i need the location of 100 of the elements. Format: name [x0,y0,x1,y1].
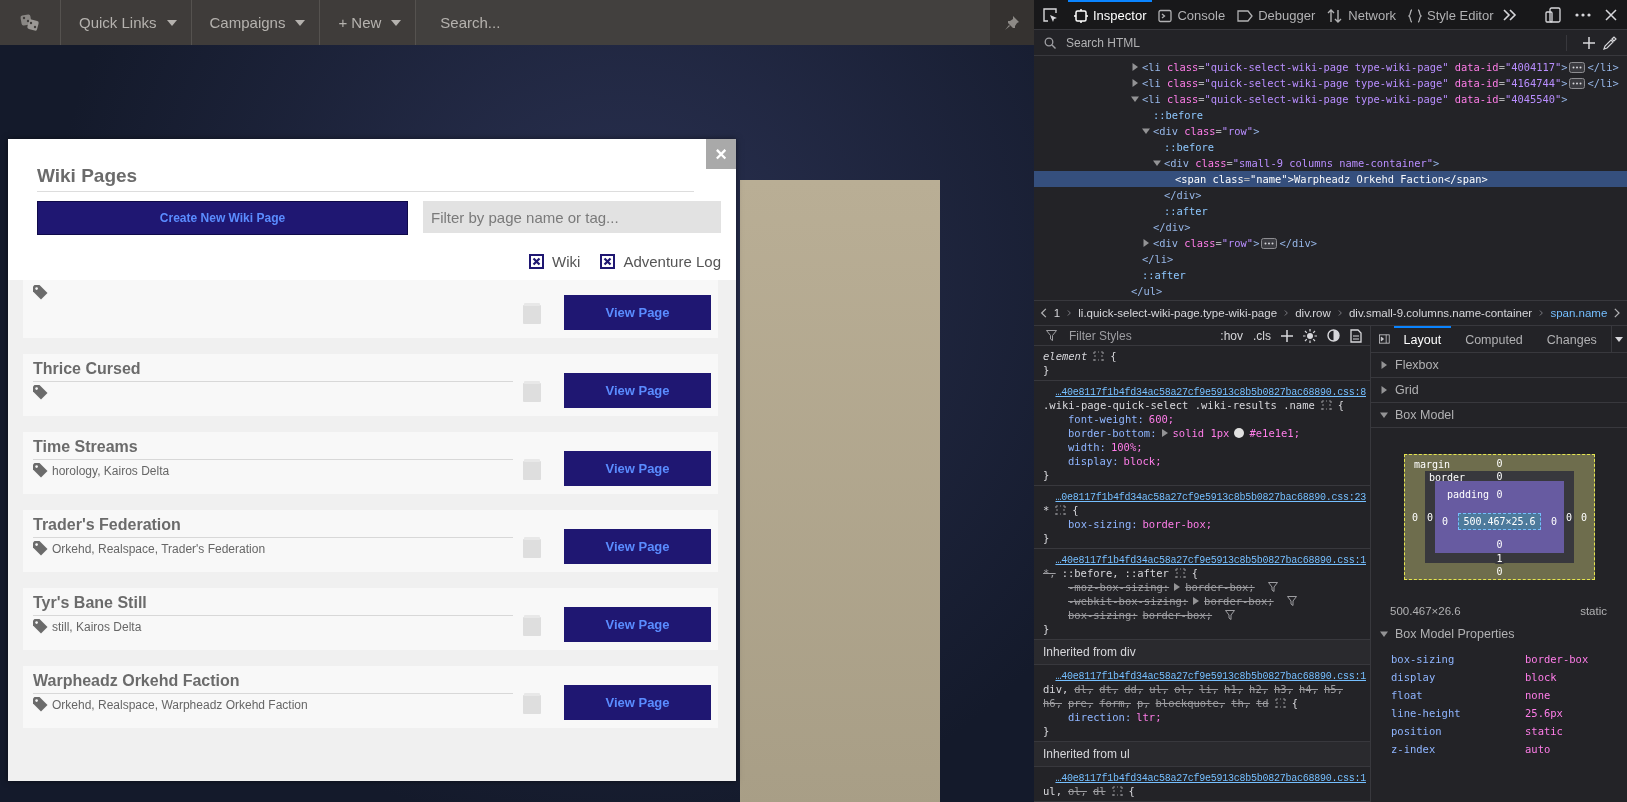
sun-icon[interactable] [1303,328,1317,343]
stylesheet-link[interactable]: …40e8117f1b4fd34ac58a27cf9e5913c8b5b0827bac68890.css:1 [1055,555,1366,566]
devtools-tab[interactable]: Debugger [1231,0,1322,29]
breadcrumb[interactable]: span.name [1549,307,1609,319]
sidebar-tab[interactable]: Computed [1455,326,1533,352]
accordion-header[interactable]: Box Model Properties [1371,622,1627,646]
dom-node-row[interactable]: <li class="quick-select-wiki-page type-wiki-page" data-id="4045540"> [1034,91,1627,107]
dom-node-row[interactable]: <li class="quick-select-wiki-page type-wiki-page" data-id="4004117"> </li> [1034,59,1627,75]
devtools-tab[interactable]: Network [1321,0,1402,29]
pin-icon[interactable] [1005,15,1019,30]
property-value[interactable]: ltr; [1136,710,1162,724]
dom-node-row[interactable]: ::before [1034,139,1627,155]
sidebar-toggle-icon[interactable] [1379,333,1390,345]
highlight-selector-icon[interactable] [1274,697,1286,709]
dom-node-row[interactable]: <span class="name">Warpheadz Orkehd Faction</span> [1034,171,1627,187]
property-name[interactable]: -webkit-box-sizing: [1068,594,1189,608]
contrast-icon[interactable] [1327,329,1340,342]
property-value[interactable]: border-box; [1204,594,1274,608]
expand-icon[interactable] [1161,429,1168,437]
view-page-button[interactable]: View Page [564,373,711,408]
hover-state-toggle[interactable]: :hov [1220,328,1243,343]
collapsed-children-icon[interactable] [1569,77,1586,89]
class-toggle[interactable]: .cls [1253,328,1271,343]
accordion-header[interactable]: Box Model [1371,403,1627,428]
highlight-selector-icon[interactable] [1093,350,1105,362]
add-rule-icon[interactable] [1281,329,1293,342]
dropdown-icon[interactable] [1615,336,1624,342]
collapsed-children-icon[interactable] [1261,237,1278,249]
twisty-icon[interactable] [1142,127,1150,135]
filter-field[interactable]: Filter by page name or tag... [423,201,721,233]
property-name[interactable]: display: [1068,454,1119,468]
twisty-icon[interactable] [1142,239,1150,247]
property-name[interactable]: font-weight: [1068,412,1144,426]
scroll-left-icon[interactable] [1040,307,1047,319]
color-swatch[interactable] [1234,428,1245,438]
expand-icon[interactable] [1174,583,1181,591]
sidebar-tab[interactable]: Changes [1536,326,1607,352]
dom-node-row[interactable]: ::after [1034,267,1627,283]
stylesheet-link[interactable]: …0e8117f1b4fd34ac58a27cf9e5913c8b5b0827bac68890.css:23 [1055,492,1366,503]
collapsed-children-icon[interactable] [1569,61,1586,73]
breadcrumb[interactable]: 1 [1052,307,1062,319]
dom-node-row[interactable]: <div class="row"> </div> [1034,235,1627,251]
filter-icon[interactable] [1267,582,1278,592]
twisty-icon[interactable] [1153,159,1161,167]
property-value[interactable]: solid 1px [1172,426,1230,440]
scroll-right-icon[interactable] [1614,307,1621,319]
dom-node-row[interactable]: </div> [1034,187,1627,203]
view-page-button[interactable]: View Page [564,529,711,564]
accordion-header[interactable]: Flexbox [1371,353,1627,378]
dom-node-row[interactable]: </ul> [1034,283,1627,299]
view-page-button[interactable]: View Page [564,685,711,720]
stylesheet-link[interactable]: …40e8117f1b4fd34ac58a27cf9e5913c8b5b0827bac68890.css:1 [1055,773,1366,784]
property-name[interactable]: box-sizing: [1068,608,1138,622]
highlight-selector-icon[interactable] [1055,504,1067,516]
dom-node-row[interactable]: </li> [1034,251,1627,267]
property-value[interactable]: 100%; [1110,440,1143,454]
property-name[interactable]: width: [1068,440,1106,454]
highlight-selector-icon[interactable] [1320,399,1332,411]
property-name[interactable]: -moz-box-sizing: [1068,580,1170,594]
filter-icon[interactable] [1225,610,1236,620]
search-field[interactable]: Search... [416,0,990,45]
view-page-button[interactable]: View Page [564,451,711,486]
expand-icon[interactable] [1193,597,1200,605]
stylesheet-link[interactable]: …40e8117f1b4fd34ac58a27cf9e5913c8b5b0827bac68890.css:1 [1055,671,1366,682]
element-picker-icon[interactable] [1042,6,1058,23]
twisty-icon[interactable] [1380,630,1388,638]
create-page-button[interactable]: Create New Wiki Page [37,201,408,235]
property-value[interactable]: border-box; [1185,580,1255,594]
add-node-icon[interactable] [1583,36,1595,49]
breadcrumb[interactable]: div.row [1294,307,1332,319]
property-value[interactable]: block; [1123,454,1162,468]
dom-node-row[interactable]: <div class="row"> [1034,123,1627,139]
dom-node-row[interactable]: ::after [1034,203,1627,219]
devtools-tab[interactable]: Console [1152,0,1232,29]
dom-node-row[interactable]: ::before [1034,107,1627,123]
sidebar-tab[interactable]: Layout [1393,326,1452,352]
highlight-selector-icon[interactable] [1111,785,1123,797]
dom-node-row[interactable]: </div> [1034,219,1627,235]
twisty-icon[interactable] [1131,79,1139,87]
breadcrumb[interactable]: div.small-9.columns.name-container [1347,307,1534,319]
checkbox[interactable] [600,254,616,269]
filter-icon[interactable] [1286,596,1297,606]
eyedropper-icon[interactable] [1603,35,1617,50]
devtools-tab[interactable]: Style Editor [1402,0,1500,29]
property-value[interactable]: border-box; [1142,608,1213,622]
twisty-icon[interactable] [1131,95,1139,103]
stylesheet-link[interactable]: …40e8117f1b4fd34ac58a27cf9e5913c8b5b0827bac68890.css:8 [1055,387,1366,398]
dice-icon[interactable] [20,13,40,32]
property-value[interactable]: border-box; [1142,517,1213,531]
filter-styles-field[interactable]: Filter Styles [1067,327,1211,344]
twisty-icon[interactable] [1380,411,1388,419]
dom-node-row[interactable]: <li class="quick-select-wiki-page type-wiki-page" data-id="4164744"> </li> [1034,75,1627,91]
twisty-icon[interactable] [1380,361,1388,369]
close-icon[interactable] [1605,8,1617,21]
property-name[interactable]: box-sizing: [1068,517,1138,531]
devtools-tab[interactable]: Inspector [1068,0,1153,29]
responsive-design-icon[interactable] [1545,6,1561,23]
view-page-button[interactable]: View Page [564,295,711,330]
twisty-icon[interactable] [1131,63,1139,71]
highlight-selector-icon[interactable] [1174,567,1186,579]
